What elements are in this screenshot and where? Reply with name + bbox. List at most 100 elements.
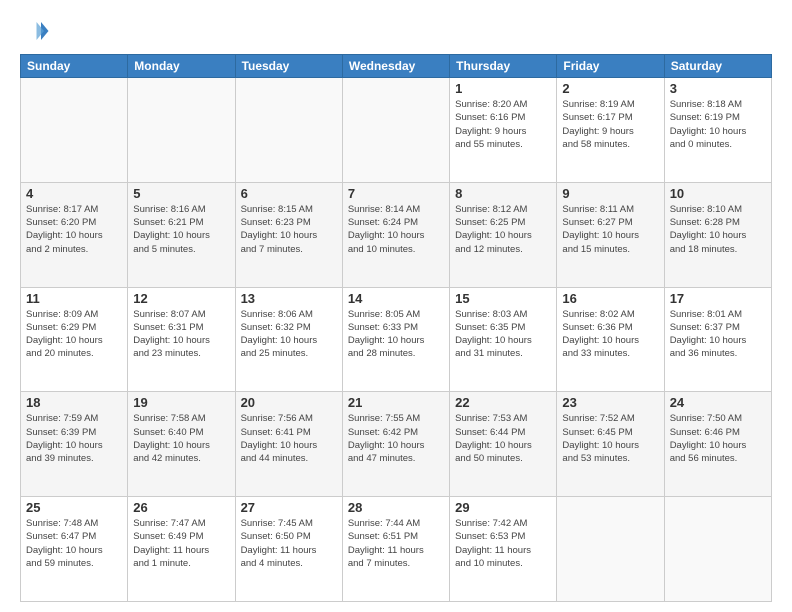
week-row-2: 4 Sunrise: 8:17 AM Sunset: 6:20 PM Daylig… <box>21 182 772 287</box>
logo <box>20 16 54 46</box>
day-info: Sunrise: 8:15 AM Sunset: 6:23 PM Dayligh… <box>241 203 337 256</box>
day-cell: 29 Sunrise: 7:42 AM Sunset: 6:53 PM Dayli… <box>450 497 557 602</box>
day-info: Sunrise: 8:09 AM Sunset: 6:29 PM Dayligh… <box>26 308 122 361</box>
day-number: 8 <box>455 186 551 201</box>
day-cell: 26 Sunrise: 7:47 AM Sunset: 6:49 PM Dayli… <box>128 497 235 602</box>
day-info: Sunrise: 7:47 AM Sunset: 6:49 PM Dayligh… <box>133 517 229 570</box>
day-number: 29 <box>455 500 551 515</box>
day-cell: 10 Sunrise: 8:10 AM Sunset: 6:28 PM Dayli… <box>664 182 771 287</box>
day-cell: 3 Sunrise: 8:18 AM Sunset: 6:19 PM Daylig… <box>664 78 771 183</box>
day-number: 14 <box>348 291 444 306</box>
day-info: Sunrise: 8:01 AM Sunset: 6:37 PM Dayligh… <box>670 308 766 361</box>
col-header-saturday: Saturday <box>664 55 771 78</box>
day-number: 2 <box>562 81 658 96</box>
day-number: 5 <box>133 186 229 201</box>
day-number: 12 <box>133 291 229 306</box>
day-info: Sunrise: 7:56 AM Sunset: 6:41 PM Dayligh… <box>241 412 337 465</box>
day-number: 3 <box>670 81 766 96</box>
calendar-table: SundayMondayTuesdayWednesdayThursdayFrid… <box>20 54 772 602</box>
day-info: Sunrise: 7:48 AM Sunset: 6:47 PM Dayligh… <box>26 517 122 570</box>
day-info: Sunrise: 7:42 AM Sunset: 6:53 PM Dayligh… <box>455 517 551 570</box>
day-number: 24 <box>670 395 766 410</box>
col-header-wednesday: Wednesday <box>342 55 449 78</box>
day-cell: 8 Sunrise: 8:12 AM Sunset: 6:25 PM Daylig… <box>450 182 557 287</box>
day-cell: 9Sunrise: 8:11 AM Sunset: 6:27 PM Daylig… <box>557 182 664 287</box>
day-number: 19 <box>133 395 229 410</box>
day-cell: 13Sunrise: 8:06 AM Sunset: 6:32 PM Dayli… <box>235 287 342 392</box>
day-number: 4 <box>26 186 122 201</box>
day-cell: 5 Sunrise: 8:16 AM Sunset: 6:21 PM Daylig… <box>128 182 235 287</box>
day-cell: 15 Sunrise: 8:03 AM Sunset: 6:35 PM Dayli… <box>450 287 557 392</box>
day-number: 15 <box>455 291 551 306</box>
day-number: 28 <box>348 500 444 515</box>
week-row-3: 11 Sunrise: 8:09 AM Sunset: 6:29 PM Dayli… <box>21 287 772 392</box>
day-info: Sunrise: 8:12 AM Sunset: 6:25 PM Dayligh… <box>455 203 551 256</box>
day-cell <box>128 78 235 183</box>
day-info: Sunrise: 8:05 AM Sunset: 6:33 PM Dayligh… <box>348 308 444 361</box>
day-info: Sunrise: 8:11 AM Sunset: 6:27 PM Dayligh… <box>562 203 658 256</box>
day-number: 11 <box>26 291 122 306</box>
day-cell: 17 Sunrise: 8:01 AM Sunset: 6:37 PM Dayli… <box>664 287 771 392</box>
day-info: Sunrise: 8:03 AM Sunset: 6:35 PM Dayligh… <box>455 308 551 361</box>
week-row-1: 1 Sunrise: 8:20 AM Sunset: 6:16 PM Daylig… <box>21 78 772 183</box>
day-number: 27 <box>241 500 337 515</box>
day-number: 10 <box>670 186 766 201</box>
day-cell: 4 Sunrise: 8:17 AM Sunset: 6:20 PM Daylig… <box>21 182 128 287</box>
logo-icon <box>20 16 50 46</box>
day-cell <box>21 78 128 183</box>
col-header-sunday: Sunday <box>21 55 128 78</box>
day-cell: 12 Sunrise: 8:07 AM Sunset: 6:31 PM Dayli… <box>128 287 235 392</box>
week-row-5: 25 Sunrise: 7:48 AM Sunset: 6:47 PM Dayli… <box>21 497 772 602</box>
day-cell: 1 Sunrise: 8:20 AM Sunset: 6:16 PM Daylig… <box>450 78 557 183</box>
day-info: Sunrise: 7:50 AM Sunset: 6:46 PM Dayligh… <box>670 412 766 465</box>
day-info: Sunrise: 7:58 AM Sunset: 6:40 PM Dayligh… <box>133 412 229 465</box>
day-info: Sunrise: 8:10 AM Sunset: 6:28 PM Dayligh… <box>670 203 766 256</box>
day-cell: 24 Sunrise: 7:50 AM Sunset: 6:46 PM Dayli… <box>664 392 771 497</box>
day-cell: 25 Sunrise: 7:48 AM Sunset: 6:47 PM Dayli… <box>21 497 128 602</box>
day-info: Sunrise: 7:59 AM Sunset: 6:39 PM Dayligh… <box>26 412 122 465</box>
col-header-monday: Monday <box>128 55 235 78</box>
day-info: Sunrise: 8:18 AM Sunset: 6:19 PM Dayligh… <box>670 98 766 151</box>
day-info: Sunrise: 8:07 AM Sunset: 6:31 PM Dayligh… <box>133 308 229 361</box>
day-cell: 21Sunrise: 7:55 AM Sunset: 6:42 PM Dayli… <box>342 392 449 497</box>
day-number: 20 <box>241 395 337 410</box>
col-header-thursday: Thursday <box>450 55 557 78</box>
day-number: 18 <box>26 395 122 410</box>
day-number: 7 <box>348 186 444 201</box>
day-number: 6 <box>241 186 337 201</box>
page: SundayMondayTuesdayWednesdayThursdayFrid… <box>0 0 792 612</box>
day-cell <box>557 497 664 602</box>
day-number: 21 <box>348 395 444 410</box>
day-cell <box>235 78 342 183</box>
day-info: Sunrise: 8:17 AM Sunset: 6:20 PM Dayligh… <box>26 203 122 256</box>
day-info: Sunrise: 7:52 AM Sunset: 6:45 PM Dayligh… <box>562 412 658 465</box>
day-cell <box>342 78 449 183</box>
day-cell: 23Sunrise: 7:52 AM Sunset: 6:45 PM Dayli… <box>557 392 664 497</box>
day-cell: 7Sunrise: 8:14 AM Sunset: 6:24 PM Daylig… <box>342 182 449 287</box>
day-cell: 22 Sunrise: 7:53 AM Sunset: 6:44 PM Dayli… <box>450 392 557 497</box>
day-cell: 11 Sunrise: 8:09 AM Sunset: 6:29 PM Dayli… <box>21 287 128 392</box>
day-info: Sunrise: 7:53 AM Sunset: 6:44 PM Dayligh… <box>455 412 551 465</box>
col-header-friday: Friday <box>557 55 664 78</box>
day-number: 22 <box>455 395 551 410</box>
day-cell: 27 Sunrise: 7:45 AM Sunset: 6:50 PM Dayli… <box>235 497 342 602</box>
day-cell: 20 Sunrise: 7:56 AM Sunset: 6:41 PM Dayli… <box>235 392 342 497</box>
day-number: 17 <box>670 291 766 306</box>
day-info: Sunrise: 7:45 AM Sunset: 6:50 PM Dayligh… <box>241 517 337 570</box>
day-number: 25 <box>26 500 122 515</box>
day-info: Sunrise: 8:16 AM Sunset: 6:21 PM Dayligh… <box>133 203 229 256</box>
day-cell: 18 Sunrise: 7:59 AM Sunset: 6:39 PM Dayli… <box>21 392 128 497</box>
day-cell <box>664 497 771 602</box>
day-number: 16 <box>562 291 658 306</box>
day-info: Sunrise: 7:44 AM Sunset: 6:51 PM Dayligh… <box>348 517 444 570</box>
day-info: Sunrise: 8:02 AM Sunset: 6:36 PM Dayligh… <box>562 308 658 361</box>
day-cell: 16 Sunrise: 8:02 AM Sunset: 6:36 PM Dayli… <box>557 287 664 392</box>
day-cell: 19 Sunrise: 7:58 AM Sunset: 6:40 PM Dayli… <box>128 392 235 497</box>
day-info: Sunrise: 8:20 AM Sunset: 6:16 PM Dayligh… <box>455 98 551 151</box>
day-info: Sunrise: 8:06 AM Sunset: 6:32 PM Dayligh… <box>241 308 337 361</box>
day-number: 1 <box>455 81 551 96</box>
header <box>20 16 772 46</box>
day-cell: 14 Sunrise: 8:05 AM Sunset: 6:33 PM Dayli… <box>342 287 449 392</box>
week-row-4: 18 Sunrise: 7:59 AM Sunset: 6:39 PM Dayli… <box>21 392 772 497</box>
day-number: 26 <box>133 500 229 515</box>
